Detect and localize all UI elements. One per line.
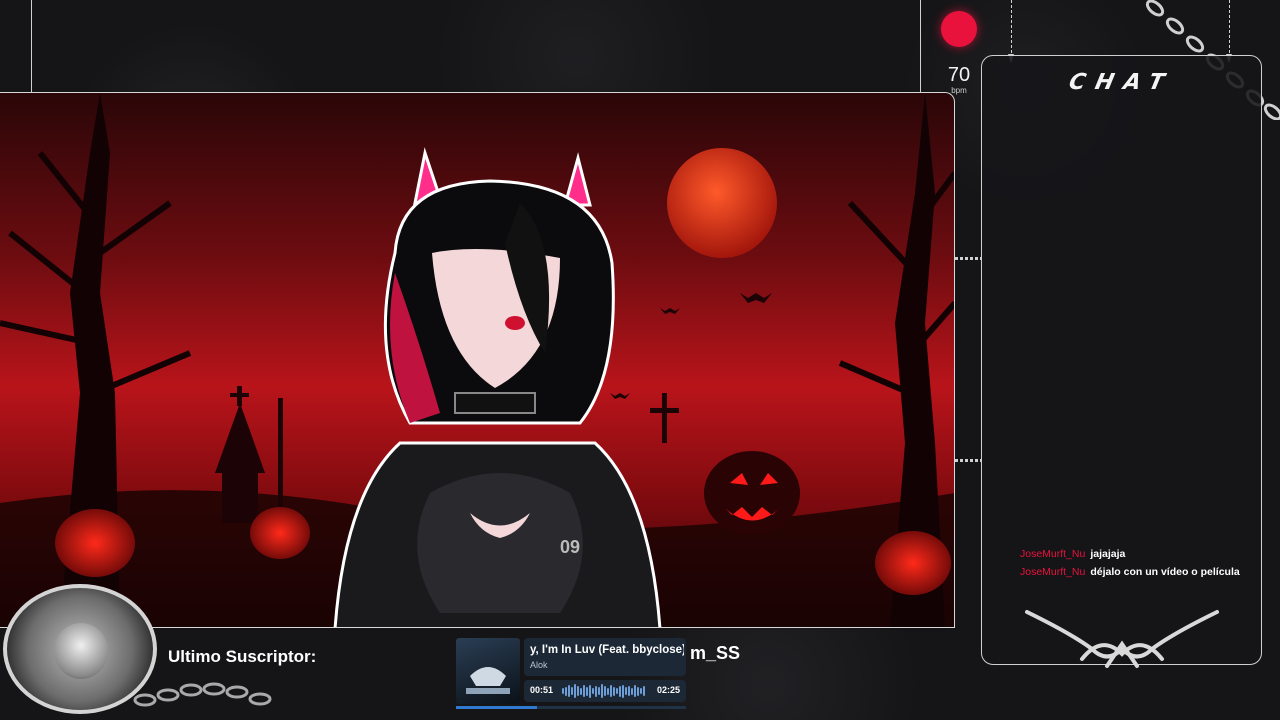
halloween-scene-art: 09 [0, 93, 954, 627]
svg-text:09: 09 [560, 537, 580, 557]
pumpkin-left [55, 509, 135, 577]
heart-rate-dot [941, 11, 977, 47]
chat-username[interactable]: JoseMurft_Nu [1020, 566, 1085, 578]
waveform-bar [643, 686, 645, 696]
album-cover [456, 638, 520, 704]
track-info: y, I'm In Luv (Feat. bbyclose) Alok [524, 638, 686, 676]
waveform-bar [628, 686, 630, 696]
progress-fill [456, 706, 537, 709]
last-subscriber-name: m_SS [690, 643, 741, 663]
waveform-bar [592, 688, 594, 694]
waveform-bar [637, 686, 639, 696]
chat-title: CHAT [1066, 70, 1177, 95]
music-player-widget: y, I'm In Luv (Feat. bbyclose) Alok 00:5… [456, 638, 686, 710]
blood-moon [667, 148, 777, 258]
progress-track[interactable] [456, 706, 686, 709]
waveform-bar [634, 685, 636, 697]
waveform-bar [619, 685, 621, 697]
bpm-value: 70 [947, 64, 971, 86]
vtuber-avatar: 09 [333, 147, 662, 627]
waveform-bar [586, 686, 588, 696]
waveform-bar [595, 685, 597, 697]
chat-message-text: déjalo con un vídeo o película [1090, 566, 1240, 578]
stream-scene: 09 [0, 92, 955, 628]
waveform-bar [565, 686, 567, 696]
chat-emblem-icon [1025, 610, 1219, 668]
logo-emblem [54, 623, 108, 679]
chat-panel: CHAT JoseMurft_Nu jajajaja JoseMurft_Nu dé… [981, 55, 1262, 668]
waveform-bar [574, 684, 576, 698]
waveform-bar [562, 688, 564, 694]
waveform-bar [589, 684, 591, 698]
waveform-bar [601, 684, 603, 698]
waveform-bar [607, 687, 609, 695]
waveform-bar [613, 686, 615, 696]
chat-message-text: jajajaja [1090, 548, 1126, 560]
waveform-bar [580, 687, 582, 695]
waveform-bar [598, 687, 600, 695]
jack-o-lantern [704, 451, 800, 535]
waveform-bar [616, 688, 618, 694]
rope-knot [955, 459, 981, 462]
waveform-bar [640, 688, 642, 694]
playback-bar[interactable]: 00:51 02:25 [524, 680, 686, 702]
waveform-bar [610, 685, 612, 697]
total-duration: 02:25 [657, 685, 681, 695]
rope-knot [955, 257, 981, 260]
chain-decoration [133, 682, 272, 707]
last-subscriber-label: Ultimo Suscriptor: [168, 647, 317, 666]
waveform-bar [631, 687, 633, 695]
waveform-bar [577, 686, 579, 696]
chat-username[interactable]: JoseMurft_Nu [1020, 548, 1085, 560]
waveform-bar [571, 687, 573, 695]
waveform-bar [604, 686, 606, 696]
waveform-bar [625, 687, 627, 695]
waveform-icon [562, 684, 650, 698]
elapsed-time: 00:51 [530, 685, 554, 695]
waveform-bar [622, 684, 624, 698]
track-title: y, I'm In Luv (Feat. bbyclose) [530, 644, 684, 656]
chat-message: JoseMurft_Nu jajajaja [1020, 545, 1260, 563]
track-artist: Alok [530, 660, 548, 670]
waveform-bar [583, 685, 585, 697]
bpm-unit: bpm [951, 86, 967, 95]
chain-string-1 [1008, 0, 1014, 63]
chat-message-list[interactable]: JoseMurft_Nu jajajaja JoseMurft_Nu déjalo … [1020, 545, 1260, 581]
waveform-bar [568, 685, 570, 697]
chat-message: JoseMurft_Nu déjalo con un vídeo o pelícu… [1020, 563, 1260, 581]
